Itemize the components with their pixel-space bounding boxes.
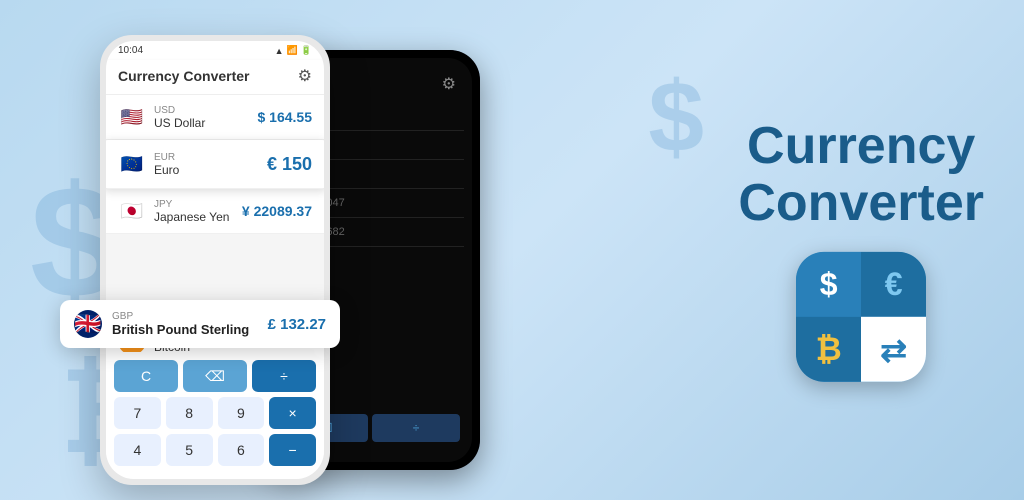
calc-5-btn[interactable]: 5	[166, 434, 213, 466]
calc-7-btn[interactable]: 7	[114, 397, 161, 429]
gbp-amount: £ 132.27	[268, 316, 326, 333]
icon-bitcoin: ₿	[796, 317, 861, 382]
app-title: Currency Converter	[118, 68, 250, 84]
phones-area: ⚙ $ 132.72 € 120.99 £ 106.68 BTC 0.0047 …	[60, 20, 560, 480]
flag-jpy: 🇯🇵	[118, 197, 146, 225]
amount-jpy: ¥ 22089.37	[242, 203, 312, 219]
currency-row-eur[interactable]: 🇪🇺 EUR Euro € 150	[106, 140, 324, 189]
time: 10:04	[118, 45, 143, 56]
battery-icon: 🔋	[301, 45, 312, 56]
calc-div-btn[interactable]: ÷	[252, 360, 316, 392]
calc-6-btn[interactable]: 6	[218, 434, 265, 466]
app-title-large: Currency Converter	[738, 118, 984, 232]
settings-icon[interactable]: ⚙	[298, 66, 312, 86]
amount-eur: € 150	[267, 154, 312, 175]
icon-exchange: ⇄	[861, 317, 926, 382]
icon-dollar: $	[796, 252, 861, 317]
currency-row-usd[interactable]: 🇺🇸 USD US Dollar $ 164.55	[106, 95, 324, 140]
calc-clear-btn[interactable]: C	[114, 360, 178, 392]
app-icon[interactable]: $ € ₿ ⇄	[796, 252, 926, 382]
bg-dollar-symbol-2: $	[648, 60, 704, 175]
app-header: Currency Converter ⚙	[106, 60, 324, 95]
right-section: Currency Converter $ € ₿ ⇄	[738, 118, 984, 382]
settings-icon-back[interactable]: ⚙	[442, 74, 456, 94]
calc-sub-btn[interactable]: −	[269, 434, 316, 466]
wifi-icon: 📶	[287, 45, 298, 56]
flag-gbp	[74, 310, 102, 338]
back-div-btn[interactable]: ÷	[372, 414, 460, 442]
calc-mul-btn[interactable]: ×	[269, 397, 316, 429]
gbp-name: British Pound Sterling	[112, 322, 260, 337]
currency-row-jpy[interactable]: 🇯🇵 JPY Japanese Yen ¥ 22089.37	[106, 189, 324, 234]
calc-del-btn[interactable]: ⌫	[183, 360, 247, 392]
signal-icon: ▲	[275, 46, 284, 56]
phone-front: 10:04 ▲ 📶 🔋 Currency Converter ⚙ 🇺🇸	[100, 35, 330, 485]
gbp-floating-card[interactable]: GBP British Pound Sterling £ 132.27	[60, 300, 340, 348]
calc-4-btn[interactable]: 4	[114, 434, 161, 466]
status-bar: 10:04 ▲ 📶 🔋	[106, 41, 324, 60]
icon-euro: €	[861, 252, 926, 317]
flag-eur: 🇪🇺	[118, 150, 146, 178]
calculator: C ⌫ ÷ 7 8 9 × 4 5 6 −	[106, 352, 324, 479]
amount-usd: $ 164.55	[258, 109, 313, 125]
flag-usd: 🇺🇸	[118, 103, 146, 131]
calc-9-btn[interactable]: 9	[218, 397, 265, 429]
calc-8-btn[interactable]: 8	[166, 397, 213, 429]
